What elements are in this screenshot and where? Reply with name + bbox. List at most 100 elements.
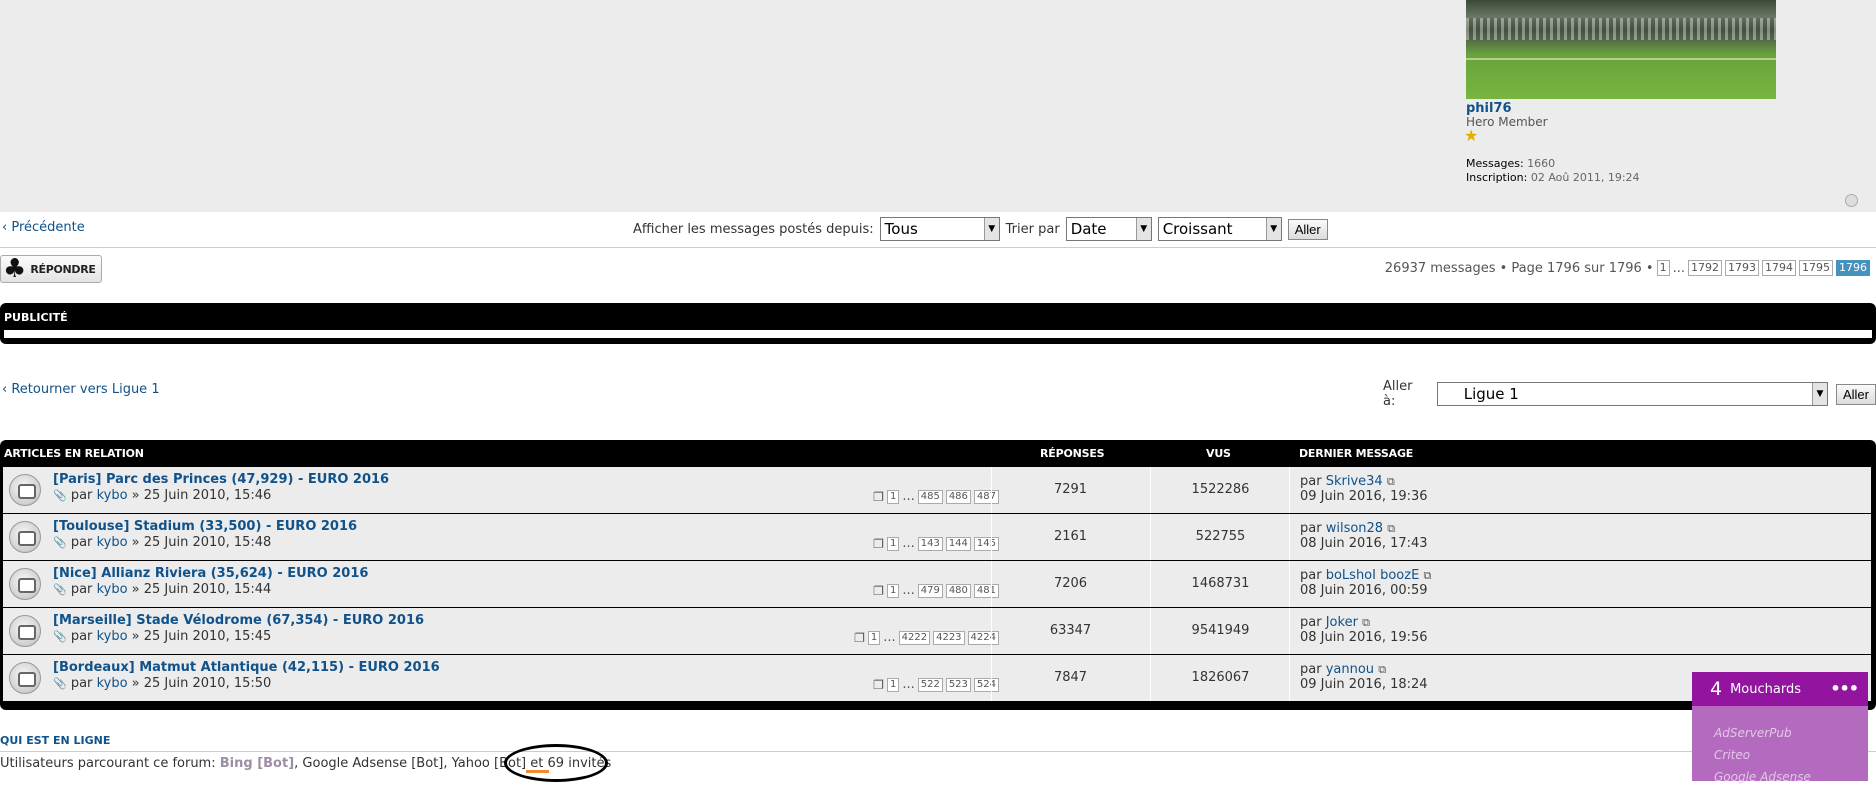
view-latest-post-icon[interactable]: ⧉ — [1378, 663, 1386, 676]
sort-order-select[interactable]: Croissant ▼ — [1157, 217, 1282, 241]
page-link[interactable]: 1795 — [1799, 260, 1833, 276]
header-last-message: DERNIER MESSAGE — [1299, 447, 1414, 460]
topic-page-link[interactable]: 1 — [886, 583, 900, 598]
show-since-select[interactable]: Tous ▼ — [879, 217, 1000, 241]
pages-ellipsis: ... — [902, 677, 915, 692]
previous-link[interactable]: ‹ Précédente — [2, 220, 85, 235]
pages-icon: ❐ — [873, 536, 884, 551]
messages-label: Messages: — [1466, 157, 1524, 170]
club-icon: ♣ — [3, 254, 27, 284]
topic-page-link[interactable]: 524 — [973, 677, 999, 692]
more-icon[interactable]: ••• — [1830, 679, 1859, 698]
last-message-author: par Skrive34 ⧉ — [1300, 474, 1395, 489]
topic-page-link[interactable]: 523 — [945, 677, 971, 692]
topic-page-link[interactable]: 1 — [867, 630, 881, 645]
last-author-link[interactable]: Skrive34 — [1326, 474, 1383, 489]
divider — [991, 608, 992, 654]
jump-select[interactable]: Ligue 1 ▼ — [1436, 382, 1828, 406]
table-row: [Nice] Allianz Riviera (35,624) - EURO 2… — [3, 561, 1871, 607]
pagination-summary: 26937 messages • Page 1796 sur 1796 • — [1384, 260, 1654, 276]
topic-page-link[interactable]: 522 — [917, 677, 943, 692]
topic-title-link[interactable]: [Nice] Allianz Riviera (35,624) - EURO 2… — [53, 566, 368, 581]
divider — [1289, 608, 1290, 654]
registered-label: Inscription: — [1466, 171, 1528, 184]
registered-value: 02 Aoû 2011, 19:24 — [1530, 171, 1640, 184]
jump-value: Ligue 1 — [1463, 385, 1519, 403]
last-author-link[interactable]: boLshoI boozE — [1326, 568, 1420, 583]
topic-author-link[interactable]: kybo — [97, 582, 128, 597]
topic-page-link[interactable]: 487 — [973, 489, 999, 504]
view-latest-post-icon[interactable]: ⧉ — [1362, 616, 1370, 629]
view-latest-post-icon[interactable]: ⧉ — [1423, 569, 1431, 582]
sort-by-select[interactable]: Date ▼ — [1065, 217, 1152, 241]
topic-page-link[interactable]: 486 — [945, 489, 971, 504]
topic-icon — [9, 521, 41, 553]
header-replies: RÉPONSES — [1040, 447, 1105, 460]
online-bot-link[interactable]: Bing [Bot] — [220, 756, 294, 771]
divider — [1289, 467, 1290, 513]
views-count: 1826067 — [1191, 670, 1250, 685]
page-link[interactable]: 1793 — [1725, 260, 1759, 276]
reply-button[interactable]: ♣ RÉPONDRE — [0, 255, 102, 283]
page-link[interactable]: 1792 — [1688, 260, 1722, 276]
byline-par: par — [70, 676, 93, 691]
topic-page-link[interactable]: 479 — [917, 583, 943, 598]
topic-page-link[interactable]: 1 — [886, 677, 900, 692]
replies-count: 7291 — [1053, 482, 1088, 497]
last-author-link[interactable]: yannou — [1326, 662, 1374, 677]
topic-author-link[interactable]: kybo — [97, 629, 128, 644]
topic-page-link[interactable]: 1 — [886, 536, 900, 551]
paperclip-icon: 📎 — [53, 583, 67, 596]
show-since-value: Tous — [884, 220, 918, 238]
divider — [1150, 655, 1151, 701]
page-link[interactable]: 1794 — [1762, 260, 1796, 276]
topic-page-link[interactable]: 144 — [945, 536, 971, 551]
sort-go-button[interactable]: Aller — [1287, 218, 1328, 240]
last-author-link[interactable]: wilson28 — [1326, 521, 1383, 536]
divider — [991, 655, 992, 701]
topic-title-link[interactable]: [Bordeaux] Matmut Atlantique (42,115) - … — [53, 660, 440, 675]
topic-icon — [9, 615, 41, 647]
topic-date: » 25 Juin 2010, 15:46 — [131, 488, 272, 503]
page-link-first[interactable]: 1 — [1656, 260, 1670, 276]
view-latest-post-icon[interactable]: ⧉ — [1387, 522, 1395, 535]
show-since-label: Afficher les messages postés depuis: — [633, 221, 874, 237]
last-by: par — [1300, 662, 1322, 677]
replies-count: 63347 — [1049, 623, 1092, 638]
byline-par: par — [70, 629, 93, 644]
topic-page-link[interactable]: 1 — [886, 489, 900, 504]
pages-ellipsis: ... — [902, 489, 915, 504]
topic-page-link[interactable]: 4222 — [898, 630, 931, 645]
byline-par: par — [70, 582, 93, 597]
sort-by-label: Trier par — [1005, 221, 1060, 237]
topic-author-link[interactable]: kybo — [97, 488, 128, 503]
pages-ellipsis: ... — [883, 630, 896, 645]
topic-author-link[interactable]: kybo — [97, 535, 128, 550]
topic-title-link[interactable]: [Paris] Parc des Princes (47,929) - EURO… — [53, 472, 389, 487]
trackers-widget: 4 Mouchards ••• AdServerPub Criteo Googl… — [1692, 672, 1868, 784]
topic-title-link[interactable]: [Marseille] Stade Vélodrome (67,354) - E… — [53, 613, 424, 628]
last-message-date: 09 Juin 2016, 19:36 — [1300, 489, 1428, 504]
jump-go-button[interactable]: Aller — [1835, 383, 1876, 405]
divider — [1289, 655, 1290, 701]
trackers-widget-header[interactable]: 4 Mouchards ••• — [1692, 672, 1868, 706]
views-count: 9541949 — [1191, 623, 1250, 638]
last-author-link[interactable]: Joker — [1326, 615, 1358, 630]
replies-count: 7847 — [1053, 670, 1088, 685]
topic-page-link[interactable]: 480 — [945, 583, 971, 598]
topic-page-link[interactable]: 143 — [917, 536, 943, 551]
topic-author-link[interactable]: kybo — [97, 676, 128, 691]
back-to-top-icon[interactable] — [1845, 194, 1858, 207]
back-to-forum-link[interactable]: ‹ Retourner vers Ligue 1 — [2, 382, 160, 397]
topic-page-link[interactable]: 481 — [973, 583, 999, 598]
topic-page-link[interactable]: 4224 — [967, 630, 999, 645]
table-row: [Toulouse] Stadium (33,500) - EURO 2016 … — [3, 514, 1871, 560]
topic-page-link[interactable]: 145 — [973, 536, 999, 551]
post-author-link[interactable]: phil76 — [1466, 101, 1512, 116]
ad-slot — [4, 330, 1872, 338]
view-latest-post-icon[interactable]: ⧉ — [1387, 475, 1395, 488]
paperclip-icon: 📎 — [53, 677, 67, 690]
topic-title-link[interactable]: [Toulouse] Stadium (33,500) - EURO 2016 — [53, 519, 357, 534]
topic-page-link[interactable]: 4223 — [933, 630, 965, 645]
topic-page-link[interactable]: 485 — [917, 489, 943, 504]
